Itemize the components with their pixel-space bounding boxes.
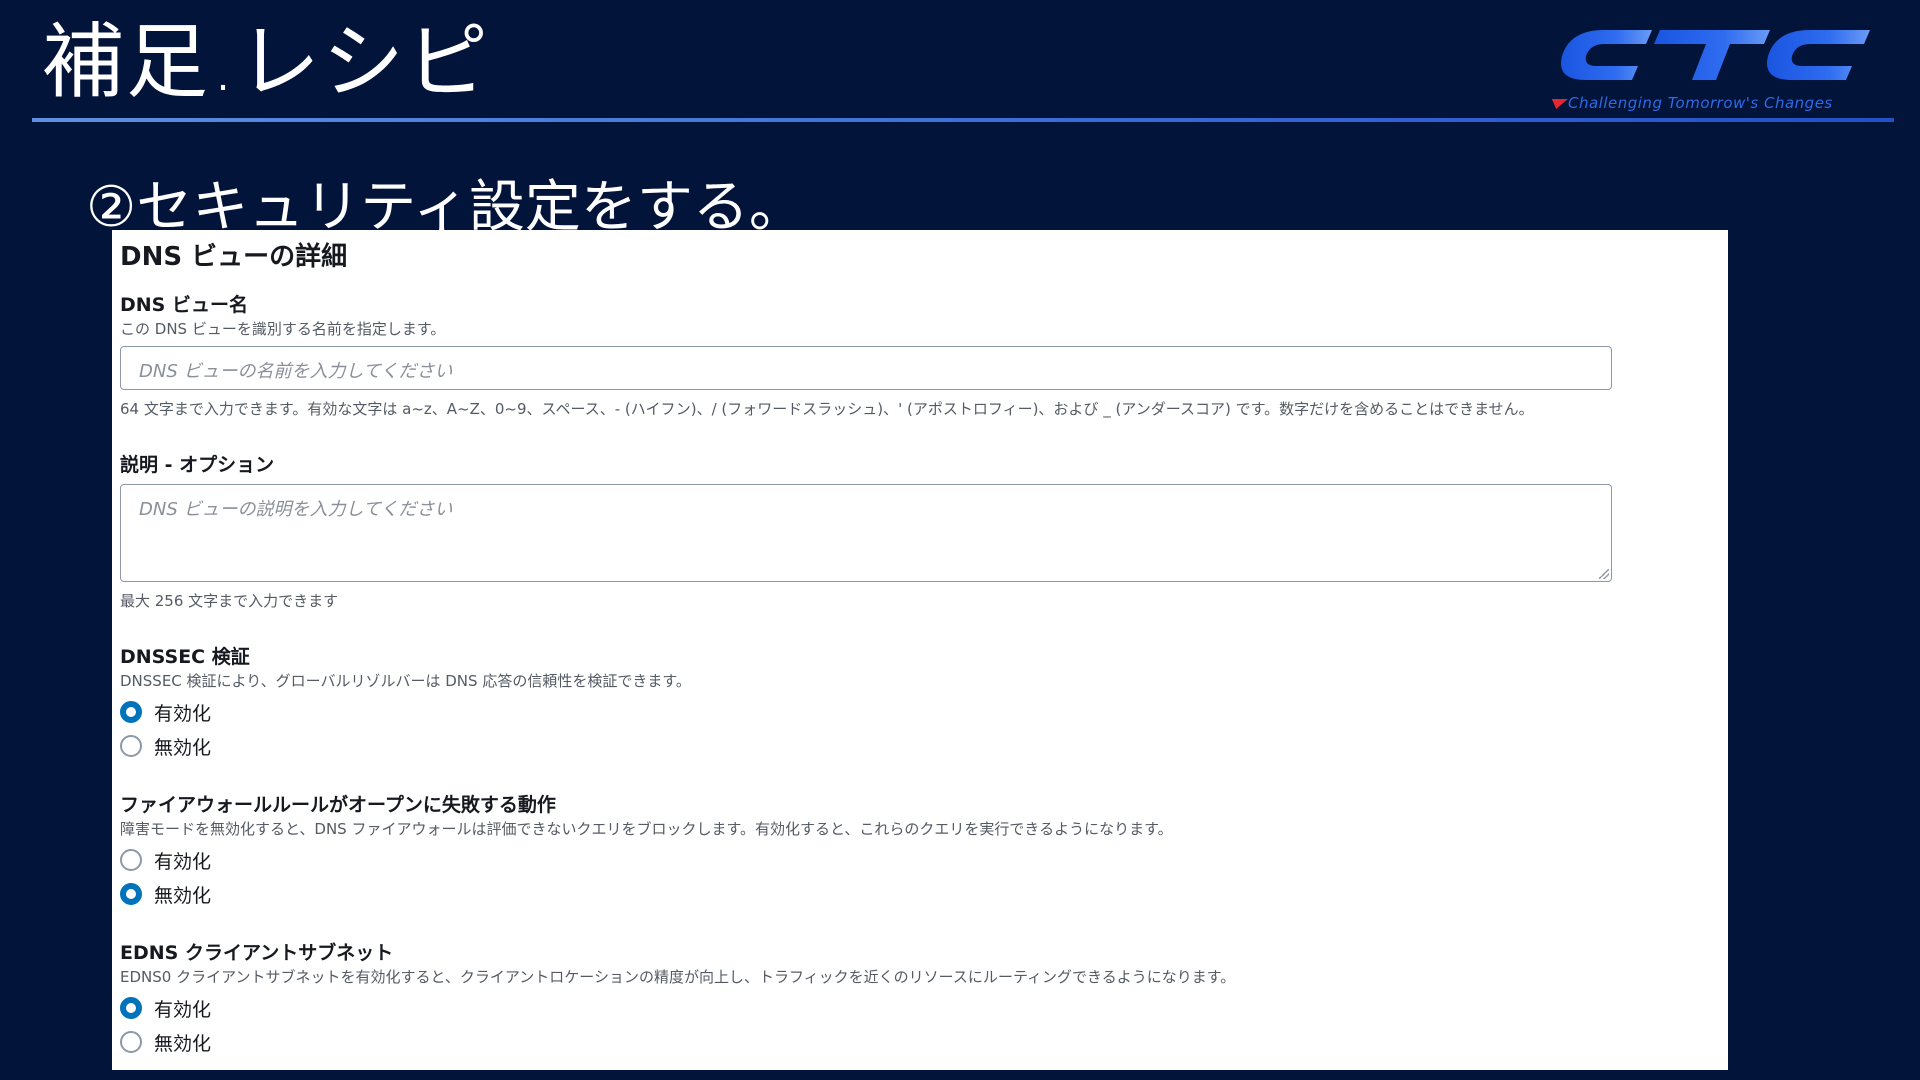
ctc-wordmark-icon xyxy=(1561,30,1870,80)
dns-view-name-hint: 64 文字まで入力できます。有効な文字は a~z、A~Z、0~9、スペース、- … xyxy=(120,400,1534,418)
firewall-radio-disable[interactable]: 無効化 xyxy=(120,881,211,907)
edns-client-subnet-description: EDNS0 クライアントサブネットを有効化すると、クライアントロケーションの精度… xyxy=(120,968,1236,986)
radio-checked-icon[interactable] xyxy=(120,701,142,723)
radio-unchecked-icon[interactable] xyxy=(120,849,142,871)
resize-grip-icon[interactable] xyxy=(1599,569,1609,579)
dns-view-name-input[interactable]: DNS ビューの名前を入力してください xyxy=(120,346,1612,390)
radio-checked-icon[interactable] xyxy=(120,997,142,1019)
dns-view-name-label: DNS ビュー名 xyxy=(120,294,248,316)
radio-checked-icon[interactable] xyxy=(120,883,142,905)
description-hint: 最大 256 文字まで入力できます xyxy=(120,592,339,610)
radio-label: 無効化 xyxy=(154,736,212,759)
dnssec-label: DNSSEC 検証 xyxy=(120,646,250,668)
ctc-logo: Challenging Tomorrow's Changes xyxy=(1534,24,1894,120)
edns-radio-enable[interactable]: 有効化 xyxy=(120,995,211,1021)
dnssec-radio-disable[interactable]: 無効化 xyxy=(120,733,211,759)
dnssec-description: DNSSEC 検証により、グローバルリゾルバーは DNS 応答の信頼性を検証でき… xyxy=(120,672,691,690)
dns-view-name-description: この DNS ビューを識別する名前を指定します。 xyxy=(120,320,446,338)
description-placeholder: DNS ビューの説明を入力してください xyxy=(139,499,453,520)
edns-radio-disable[interactable]: 無効化 xyxy=(120,1029,211,1055)
firewall-fail-open-description: 障害モードを無効化すると、DNS ファイアウォールは評価できないクエリをブロック… xyxy=(120,820,1173,838)
title-divider xyxy=(32,118,1894,122)
radio-unchecked-icon[interactable] xyxy=(120,735,142,757)
description-label: 説明 - オプション xyxy=(120,454,275,476)
dns-view-name-placeholder: DNS ビューの名前を入力してください xyxy=(139,361,453,382)
panel-title: DNS ビューの詳細 xyxy=(120,242,348,272)
radio-label: 無効化 xyxy=(154,1032,212,1055)
radio-label: 無効化 xyxy=(154,884,212,907)
logo-tagline: Challenging Tomorrow's Changes xyxy=(1568,94,1833,112)
firewall-fail-open-label: ファイアウォールルールがオープンに失敗する動作 xyxy=(120,794,556,816)
description-textarea[interactable]: DNS ビューの説明を入力してください xyxy=(120,484,1612,582)
dns-view-details-panel: DNS ビューの詳細 DNS ビュー名 この DNS ビューを識別する名前を指定… xyxy=(112,230,1728,1070)
dnssec-radio-enable[interactable]: 有効化 xyxy=(120,699,211,725)
firewall-radio-enable[interactable]: 有効化 xyxy=(120,847,211,873)
radio-label: 有効化 xyxy=(154,702,212,725)
radio-label: 有効化 xyxy=(154,998,212,1021)
radio-label: 有効化 xyxy=(154,850,212,873)
slide-title: 補足.レシピ xyxy=(42,15,491,110)
edns-client-subnet-label: EDNS クライアントサブネット xyxy=(120,942,394,964)
radio-unchecked-icon[interactable] xyxy=(120,1031,142,1053)
